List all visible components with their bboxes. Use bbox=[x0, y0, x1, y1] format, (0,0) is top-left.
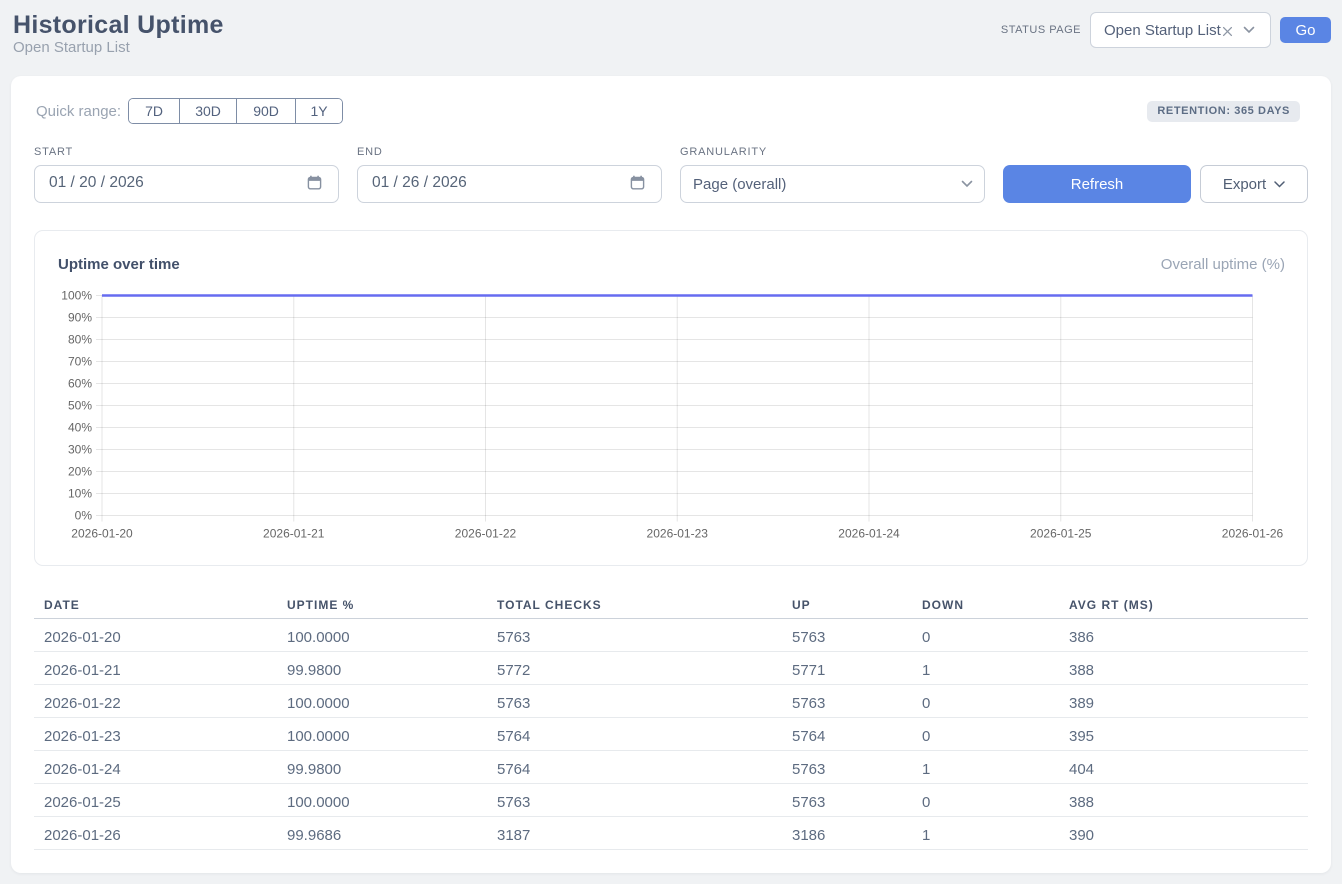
svg-text:2026-01-22: 2026-01-22 bbox=[455, 527, 517, 541]
svg-text:0%: 0% bbox=[75, 509, 93, 523]
svg-text:50%: 50% bbox=[68, 399, 92, 413]
svg-text:2026-01-25: 2026-01-25 bbox=[1030, 527, 1092, 541]
svg-text:2026-01-23: 2026-01-23 bbox=[647, 527, 709, 541]
svg-text:2026-01-20: 2026-01-20 bbox=[71, 527, 133, 541]
svg-text:2026-01-26: 2026-01-26 bbox=[1222, 527, 1284, 541]
svg-text:100%: 100% bbox=[61, 289, 92, 303]
svg-text:60%: 60% bbox=[68, 377, 92, 391]
svg-text:80%: 80% bbox=[68, 333, 92, 347]
svg-text:10%: 10% bbox=[68, 487, 92, 501]
svg-text:40%: 40% bbox=[68, 421, 92, 435]
svg-text:2026-01-24: 2026-01-24 bbox=[838, 527, 900, 541]
svg-text:70%: 70% bbox=[68, 355, 92, 369]
svg-text:90%: 90% bbox=[68, 311, 92, 325]
svg-text:20%: 20% bbox=[68, 465, 92, 479]
svg-text:2026-01-21: 2026-01-21 bbox=[263, 527, 325, 541]
svg-text:30%: 30% bbox=[68, 443, 92, 457]
